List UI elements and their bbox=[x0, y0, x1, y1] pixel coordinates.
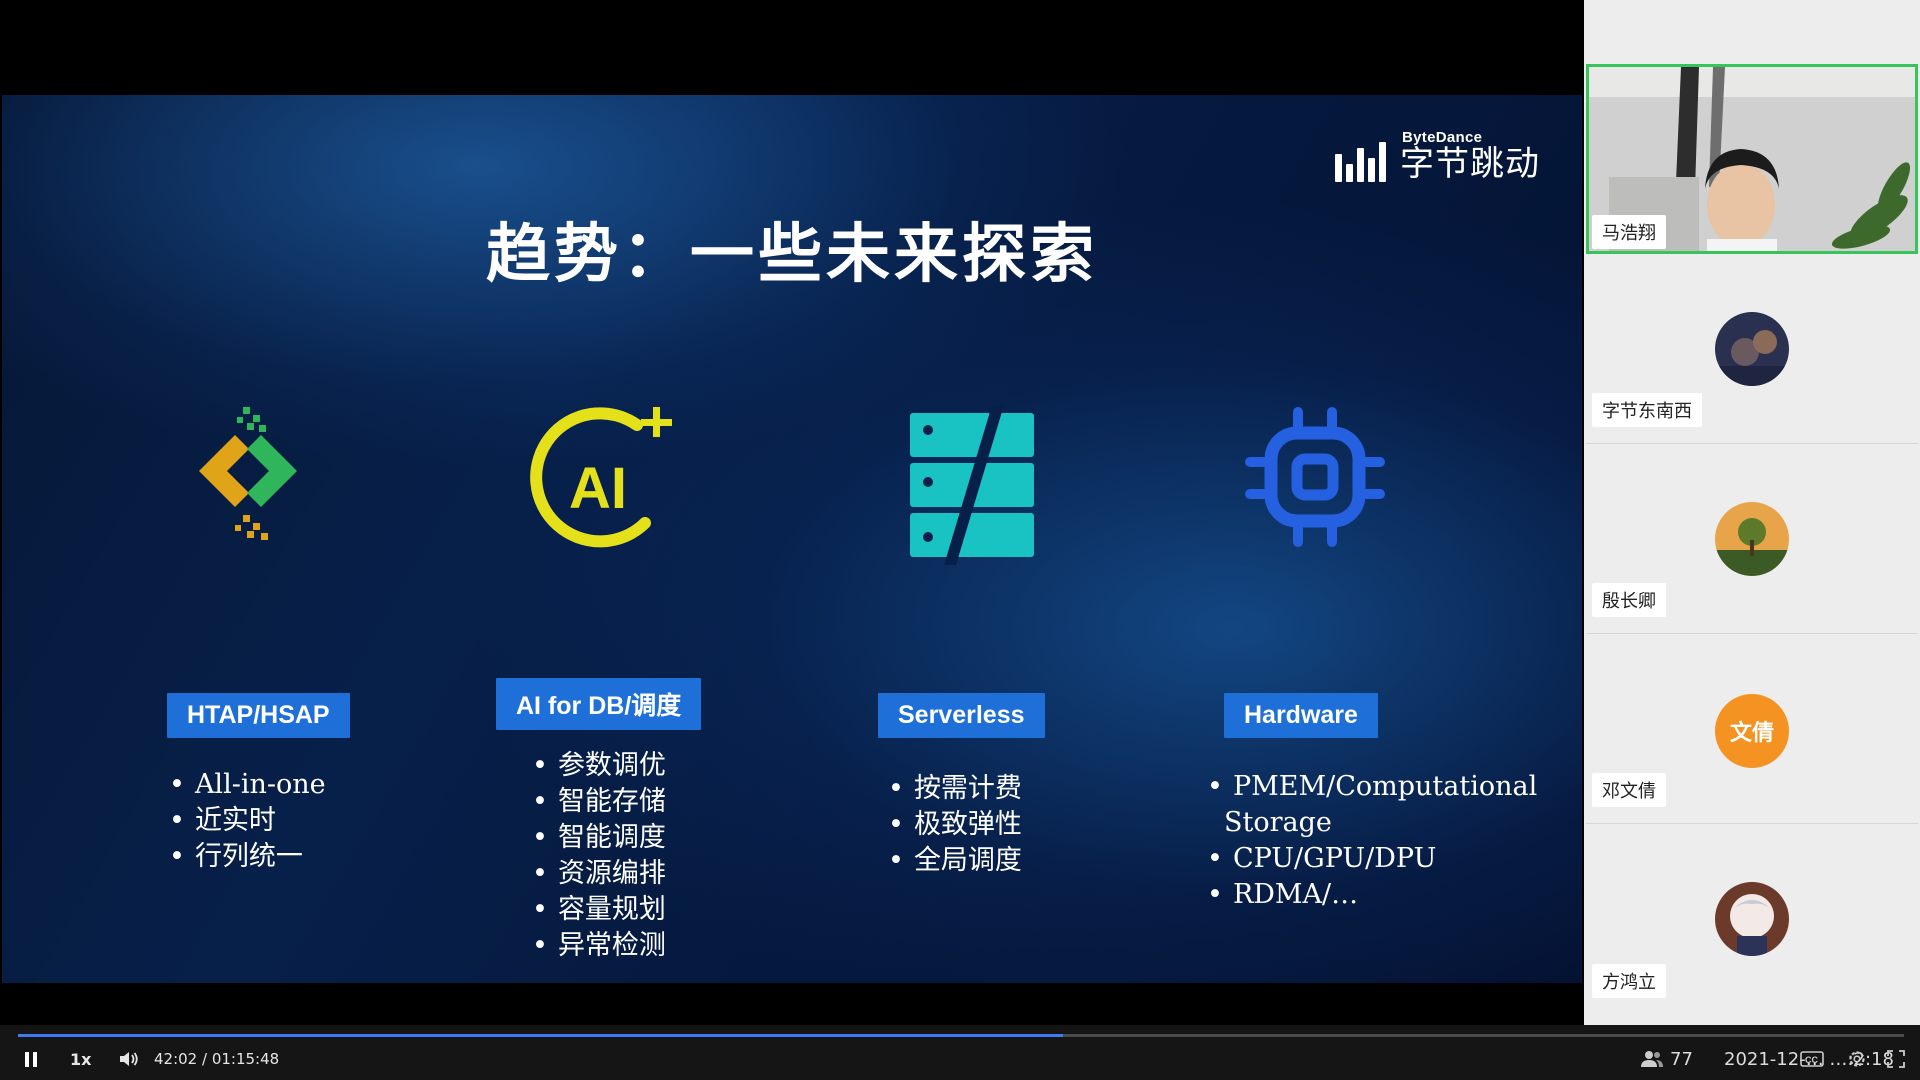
trend-column-ai: AI AI for DB/调度 参数调优 智能存储 智能调度 资源编排 容量规划… bbox=[447, 375, 767, 961]
list-item: 异常检测 bbox=[532, 928, 666, 964]
trend-column-serverless: Serverless 按需计费 极致弹性 全局调度 bbox=[812, 385, 1132, 876]
volume-button[interactable] bbox=[118, 1045, 140, 1073]
avatar bbox=[1715, 312, 1789, 386]
serverless-bullet-list: 按需计费 极致弹性 全局调度 bbox=[888, 771, 1022, 879]
list-item: 智能调度 bbox=[532, 820, 666, 856]
playback-speed-button[interactable]: 1x bbox=[70, 1045, 91, 1073]
time-readout: 42:02 / 01:15:48 bbox=[154, 1050, 280, 1068]
video-stage[interactable]: ByteDance 字节跳动 趋势：一些未来探索 HTAP/HSAP • All… bbox=[0, 0, 1584, 1025]
participant-name: 马浩翔 bbox=[1592, 215, 1666, 249]
progress-fill bbox=[18, 1034, 1063, 1037]
gear-icon bbox=[1849, 1051, 1865, 1067]
participant-name: 字节东南西 bbox=[1592, 393, 1702, 427]
label-serverless: Serverless bbox=[878, 693, 1045, 738]
label-htap: HTAP/HSAP bbox=[167, 693, 350, 738]
presentation-slide: ByteDance 字节跳动 趋势：一些未来探索 HTAP/HSAP • All… bbox=[2, 95, 1582, 983]
fullscreen-button[interactable] bbox=[1886, 1045, 1906, 1073]
svg-text:CC: CC bbox=[1805, 1055, 1818, 1065]
list-item: 智能存储 bbox=[532, 784, 666, 820]
avatar bbox=[1715, 502, 1789, 576]
participants-panel: 马浩翔 字节东南西 殷长卿 文倩 邓文倩 方鸿立 bbox=[1584, 0, 1920, 1025]
settings-button[interactable] bbox=[1846, 1045, 1868, 1073]
list-item: 全局调度 bbox=[888, 843, 1022, 879]
htap-bullet-list: All-in-one 近实时 行列统一 bbox=[169, 767, 326, 875]
pause-button[interactable] bbox=[20, 1045, 42, 1073]
slide-title: 趋势：一些未来探索 bbox=[486, 217, 1098, 292]
avatar: 文倩 bbox=[1715, 694, 1789, 768]
participant-tile[interactable]: 殷长卿 bbox=[1586, 444, 1918, 634]
list-item: 极致弹性 bbox=[888, 807, 1022, 843]
participant-video-tile[interactable]: 马浩翔 bbox=[1586, 64, 1918, 254]
viewer-count-value: 77 bbox=[1670, 1048, 1693, 1070]
list-item: CPU/GPU/DPU bbox=[1207, 841, 1477, 877]
ai-bullet-list: 参数调优 智能存储 智能调度 资源编排 容量规划 异常检测 bbox=[532, 748, 666, 964]
hardware-bullet-list: PMEM/Computational Storage CPU/GPU/DPU R… bbox=[1207, 769, 1537, 913]
trend-column-hardware: Hardware PMEM/Computational Storage CPU/… bbox=[1162, 385, 1537, 910]
fullscreen-icon bbox=[1887, 1050, 1905, 1068]
htap-icon bbox=[177, 385, 337, 575]
participant-tile[interactable]: 字节东南西 bbox=[1586, 254, 1918, 444]
viewer-count: 77 bbox=[1640, 1045, 1693, 1073]
people-icon bbox=[1641, 1051, 1663, 1067]
svg-text:AI: AI bbox=[569, 456, 627, 521]
bytedance-logo: ByteDance 字节跳动 bbox=[1335, 129, 1540, 182]
label-hardware: Hardware bbox=[1224, 693, 1378, 738]
list-item: All-in-one bbox=[169, 767, 326, 803]
bytedance-logo-mark bbox=[1335, 138, 1386, 182]
list-item: RDMA/… bbox=[1207, 877, 1477, 913]
participant-tile[interactable]: 方鸿立 bbox=[1586, 824, 1918, 1014]
list-item: 容量规划 bbox=[532, 892, 666, 928]
list-item: PMEM/Computational Storage bbox=[1207, 769, 1537, 841]
progress-bar[interactable] bbox=[18, 1034, 1904, 1037]
letterbox-bar bbox=[2, 983, 1582, 1023]
list-item: 参数调优 bbox=[532, 748, 666, 784]
avatar bbox=[1715, 882, 1789, 956]
list-item: 行列统一 bbox=[169, 839, 326, 875]
participant-name: 邓文倩 bbox=[1592, 773, 1666, 807]
label-ai: AI for DB/调度 bbox=[496, 678, 702, 730]
participant-name: 殷长卿 bbox=[1592, 583, 1666, 617]
player-control-bar: 1x 42:02 / 01:15:48 77 2021-12-… …:2:18 … bbox=[0, 1025, 1920, 1080]
participant-tile[interactable]: 文倩 邓文倩 bbox=[1586, 634, 1918, 824]
list-item: 资源编排 bbox=[532, 856, 666, 892]
captions-button[interactable]: CC bbox=[1800, 1045, 1824, 1073]
participant-name: 方鸿立 bbox=[1592, 964, 1666, 998]
ai-icon: AI bbox=[527, 375, 687, 565]
speaker-icon bbox=[120, 1052, 138, 1066]
server-icon bbox=[904, 385, 1064, 575]
trend-column-htap: HTAP/HSAP All-in-one 近实时 行列统一 bbox=[97, 385, 417, 872]
captions-icon: CC bbox=[1800, 1051, 1824, 1067]
chip-icon bbox=[1227, 385, 1387, 575]
brand-chinese: 字节跳动 bbox=[1400, 144, 1540, 184]
list-item: 按需计费 bbox=[888, 771, 1022, 807]
list-item: 近实时 bbox=[169, 803, 326, 839]
